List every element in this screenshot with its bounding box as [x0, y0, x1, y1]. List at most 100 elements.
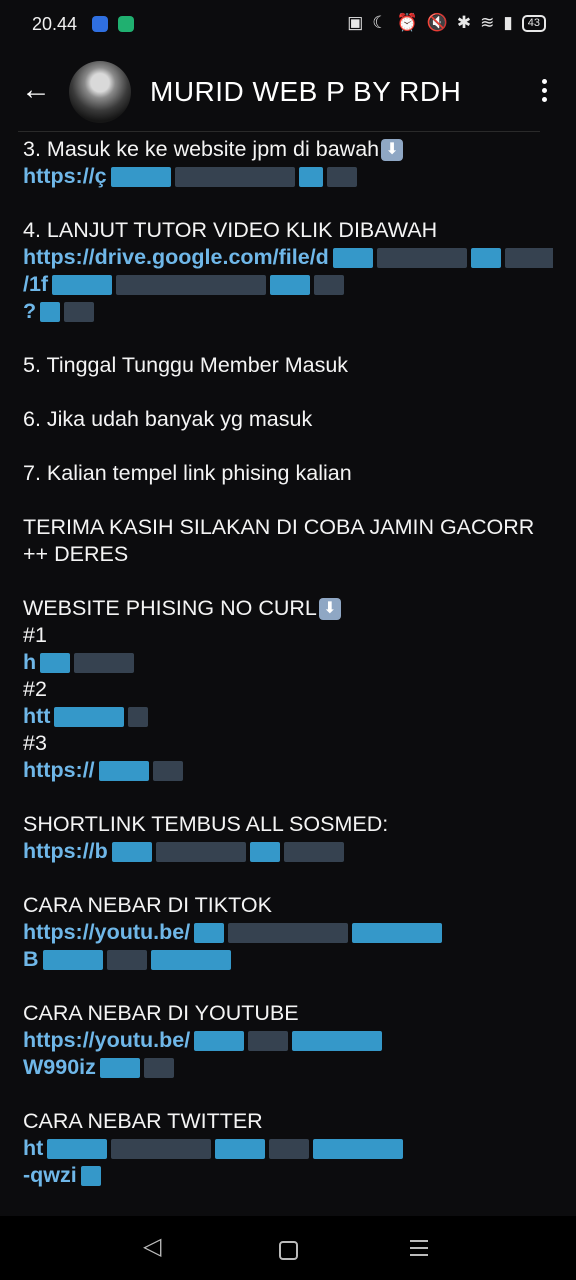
- redaction-blur: [470, 248, 501, 269]
- message-link[interactable]: ?: [23, 298, 553, 325]
- message-text: TERIMA KASIH SILAKAN DI COBA JAMIN GACOR…: [23, 514, 553, 568]
- text-line: WEBSITE PHISING NO CURL: [23, 596, 317, 620]
- redaction-blur: [128, 707, 149, 728]
- redaction-blur: [80, 1166, 101, 1187]
- message-link[interactable]: htt: [23, 703, 553, 730]
- signal-icon: ▮: [503, 13, 513, 32]
- redaction-blur: [194, 1031, 245, 1052]
- mute-icon: 🔇: [426, 13, 448, 32]
- message-text: #2: [23, 676, 553, 703]
- message-link[interactable]: B: [23, 946, 553, 973]
- down-arrow-emoji-icon: ⬇: [318, 598, 341, 621]
- redaction-blur: [99, 1058, 140, 1079]
- wifi-icon: ≋: [480, 13, 495, 32]
- redaction-blur: [42, 950, 103, 971]
- redaction-blur: [504, 248, 553, 269]
- down-arrow-emoji-icon: ⬇: [381, 139, 404, 162]
- redaction-blur: [298, 167, 323, 188]
- redaction-blur: [110, 167, 171, 188]
- redaction-blur: [313, 1139, 404, 1160]
- status-icons: ▣ ☾ ⏰ 🔇 ✱ ≋ ▮ 43: [347, 13, 546, 33]
- message-text: CARA NEBAR TWITTER: [23, 1108, 553, 1135]
- redaction-blur: [74, 653, 135, 674]
- text-line: #1: [23, 623, 47, 647]
- redaction-blur: [228, 923, 349, 944]
- redaction-blur: [54, 707, 125, 728]
- text-line: CARA NEBAR TWITTER: [23, 1109, 263, 1133]
- avatar[interactable]: [69, 61, 131, 123]
- link-text: /1f: [23, 272, 49, 296]
- message-body: 3. Masuk ke ke website jpm di bawah ⬇ http…: [23, 136, 553, 1189]
- text-line: TERIMA KASIH SILAKAN DI COBA JAMIN GACOR…: [23, 515, 535, 566]
- link-text: https://ç: [23, 164, 107, 188]
- redaction-blur: [283, 842, 344, 863]
- message-link[interactable]: https://youtu.be/: [23, 1027, 553, 1054]
- redaction-blur: [116, 275, 267, 296]
- message-link[interactable]: /1f: [23, 271, 553, 298]
- bluetooth-icon: ✱: [456, 13, 472, 32]
- text-line: 7. Kalian tempel link phising kalian: [23, 461, 352, 485]
- message-link[interactable]: ht: [23, 1135, 553, 1162]
- link-text: B: [23, 947, 39, 971]
- nav-back-icon[interactable]: ◁: [143, 1232, 161, 1261]
- more-vert-icon[interactable]: [528, 76, 560, 108]
- battery-icon: 43: [521, 14, 546, 32]
- redaction-blur: [111, 1139, 212, 1160]
- message-link[interactable]: https://: [23, 757, 553, 784]
- redaction-blur: [47, 1139, 108, 1160]
- link-text: https://youtu.be/: [23, 1028, 191, 1052]
- message-link[interactable]: https://drive.google.com/file/d: [23, 244, 553, 271]
- message-link[interactable]: -qwzi: [23, 1162, 553, 1189]
- message-text: SHORTLINK TEMBUS ALL SOSMED:: [23, 811, 553, 838]
- message-link[interactable]: https://youtu.be/: [23, 919, 553, 946]
- status-time: 20.44: [32, 14, 78, 34]
- redaction-blur: [352, 923, 443, 944]
- redaction-blur: [152, 761, 183, 782]
- text-line: 5. Tinggal Tunggu Member Masuk: [23, 353, 349, 377]
- redaction-blur: [269, 1139, 310, 1160]
- message-link[interactable]: W990iz: [23, 1054, 553, 1081]
- link-text: W990iz: [23, 1055, 96, 1079]
- redaction-blur: [155, 842, 246, 863]
- redaction-blur: [249, 842, 280, 863]
- message-text: WEBSITE PHISING NO CURL ⬇: [23, 595, 553, 622]
- redaction-blur: [150, 950, 231, 971]
- nav-recents-icon[interactable]: [410, 1240, 428, 1261]
- message-text: #1: [23, 622, 553, 649]
- text-line: CARA NEBAR DI YOUTUBE: [23, 1001, 299, 1025]
- link-text: ?: [23, 299, 37, 323]
- text-line: SHORTLINK TEMBUS ALL SOSMED:: [23, 812, 389, 836]
- link-text: ht: [23, 1136, 44, 1160]
- redaction-blur: [52, 275, 113, 296]
- message-text: 5. Tinggal Tunggu Member Masuk: [23, 352, 553, 379]
- link-text: https://b: [23, 839, 108, 863]
- text-line: CARA NEBAR DI TIKTOK: [23, 893, 272, 917]
- text-line: 4. LANJUT TUTOR VIDEO KLIK DIBAWAH: [23, 218, 438, 242]
- back-arrow-icon[interactable]: ←: [18, 72, 54, 108]
- notification-app-icon: [92, 16, 108, 32]
- nav-home-icon[interactable]: [279, 1241, 298, 1260]
- message-link[interactable]: https://ç: [23, 163, 553, 190]
- chat-header: ← MURID WEB P BY RDH: [0, 52, 576, 132]
- moon-icon: ☾: [372, 13, 388, 32]
- message-text: 4. LANJUT TUTOR VIDEO KLIK DIBAWAH: [23, 217, 553, 244]
- redaction-blur: [40, 653, 71, 674]
- redaction-blur: [326, 167, 357, 188]
- chat-title[interactable]: MURID WEB P BY RDH: [150, 76, 461, 108]
- redaction-blur: [106, 950, 147, 971]
- redaction-blur: [215, 1139, 266, 1160]
- message-text: CARA NEBAR DI YOUTUBE: [23, 1000, 553, 1027]
- message-link[interactable]: https://b: [23, 838, 553, 865]
- redaction-blur: [194, 923, 225, 944]
- link-text: https://: [23, 758, 95, 782]
- message-link[interactable]: h: [23, 649, 553, 676]
- header-divider: [18, 131, 540, 132]
- redaction-blur: [314, 275, 345, 296]
